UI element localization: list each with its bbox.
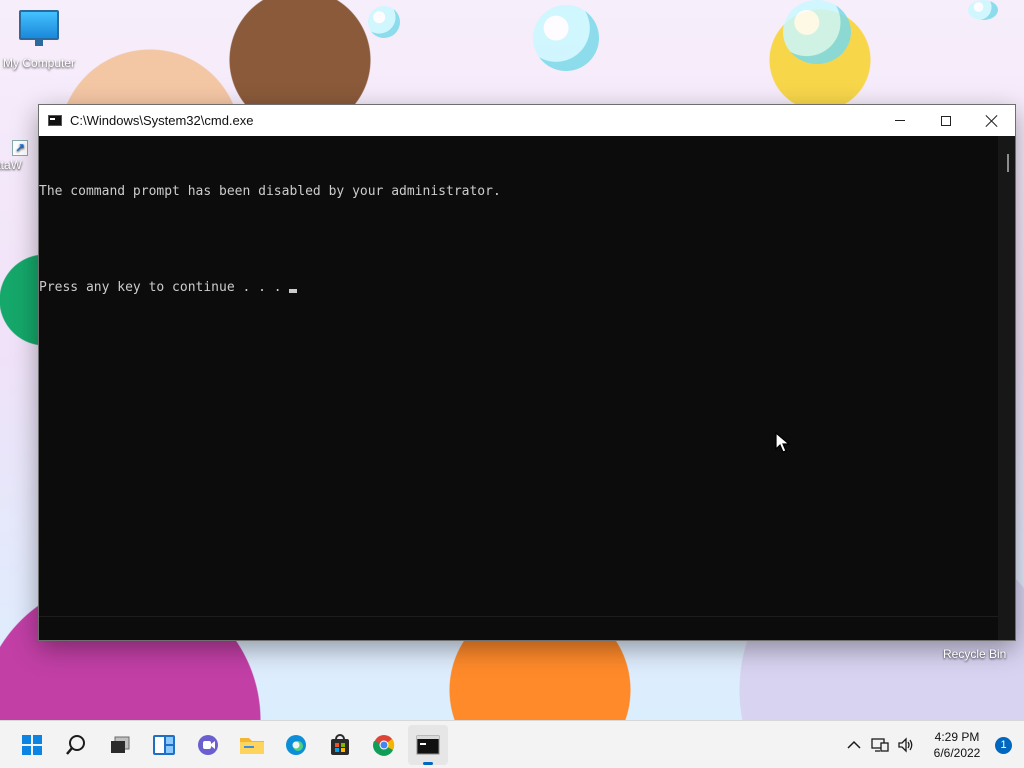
text-cursor [289, 289, 298, 293]
cmd-icon [48, 115, 62, 126]
computer-icon [19, 10, 59, 46]
chrome-icon [373, 735, 395, 756]
shortcut-arrow-icon: ↗ [12, 140, 28, 156]
clock-button[interactable]: 4:29 PM 6/6/2022 [919, 729, 995, 761]
scrollbar-corner [998, 616, 1015, 640]
show-hidden-icons-button[interactable] [841, 740, 867, 750]
maximize-icon [941, 115, 951, 126]
window-titlebar[interactable]: C:\Windows\System32\cmd.exe [39, 105, 1015, 136]
active-app-indicator [423, 762, 433, 765]
store-button[interactable] [320, 725, 360, 765]
widgets-button[interactable] [144, 725, 184, 765]
close-button[interactable] [969, 105, 1015, 136]
notification-badge[interactable]: 1 [995, 736, 1012, 754]
close-icon [986, 115, 998, 127]
minimize-icon [895, 120, 905, 121]
start-button[interactable] [12, 725, 52, 765]
maximize-button[interactable] [923, 105, 969, 136]
task-view-icon [111, 736, 130, 753]
file-explorer-button[interactable] [232, 725, 272, 765]
wallpaper-bubble [368, 6, 400, 38]
console-line: Press any key to continue . . . [39, 280, 1000, 296]
horizontal-scrollbar[interactable] [39, 616, 1000, 640]
taskbar: 4:29 PM 6/6/2022 1 [0, 720, 1024, 768]
taskbar-app-list [12, 725, 448, 765]
chevron-up-icon [847, 740, 861, 749]
task-view-button[interactable] [100, 725, 140, 765]
network-button[interactable] [867, 737, 893, 753]
wallpaper-bubble [783, 0, 851, 64]
mouse-pointer-icon [775, 432, 791, 453]
clock-date: 6/6/2022 [933, 746, 981, 760]
search-button[interactable] [56, 725, 96, 765]
windows-logo-icon [22, 735, 42, 755]
recycle-bin-label[interactable]: Recycle Bin [943, 647, 1006, 661]
wallpaper-bubble [968, 0, 998, 20]
chrome-button[interactable] [364, 725, 404, 765]
wallpaper-bubble [533, 5, 599, 71]
command-prompt-icon [416, 735, 440, 755]
edge-button[interactable] [276, 725, 316, 765]
desktop-icon-label: My Computer [2, 56, 76, 70]
clock-time: 4:29 PM [934, 730, 980, 744]
edge-icon [286, 735, 306, 755]
cmd-window[interactable]: C:\Windows\System32\cmd.exe The command … [38, 104, 1016, 641]
volume-button[interactable] [893, 737, 919, 753]
console-prompt-text: Press any key to continue . . . [39, 280, 290, 295]
network-icon [871, 738, 889, 752]
teams-chat-button[interactable] [188, 725, 228, 765]
widgets-icon [153, 735, 175, 755]
minimize-button[interactable] [877, 105, 923, 136]
folder-icon [240, 738, 264, 754]
scrollbar-thumb[interactable] [1007, 154, 1009, 172]
desktop-icon-my-computer[interactable]: My Computer [0, 10, 78, 70]
window-controls [877, 105, 1015, 136]
window-title: C:\Windows\System32\cmd.exe [70, 113, 254, 128]
speaker-icon [898, 737, 913, 753]
search-icon [66, 735, 85, 755]
console-output[interactable]: The command prompt has been disabled by … [39, 136, 1000, 616]
console-line: The command prompt has been disabled by … [39, 184, 501, 199]
system-tray: 4:29 PM 6/6/2022 1 [841, 721, 1024, 768]
vertical-scrollbar[interactable] [998, 136, 1015, 616]
store-icon [331, 734, 349, 755]
chat-icon [198, 735, 218, 755]
command-prompt-button[interactable] [408, 725, 448, 765]
